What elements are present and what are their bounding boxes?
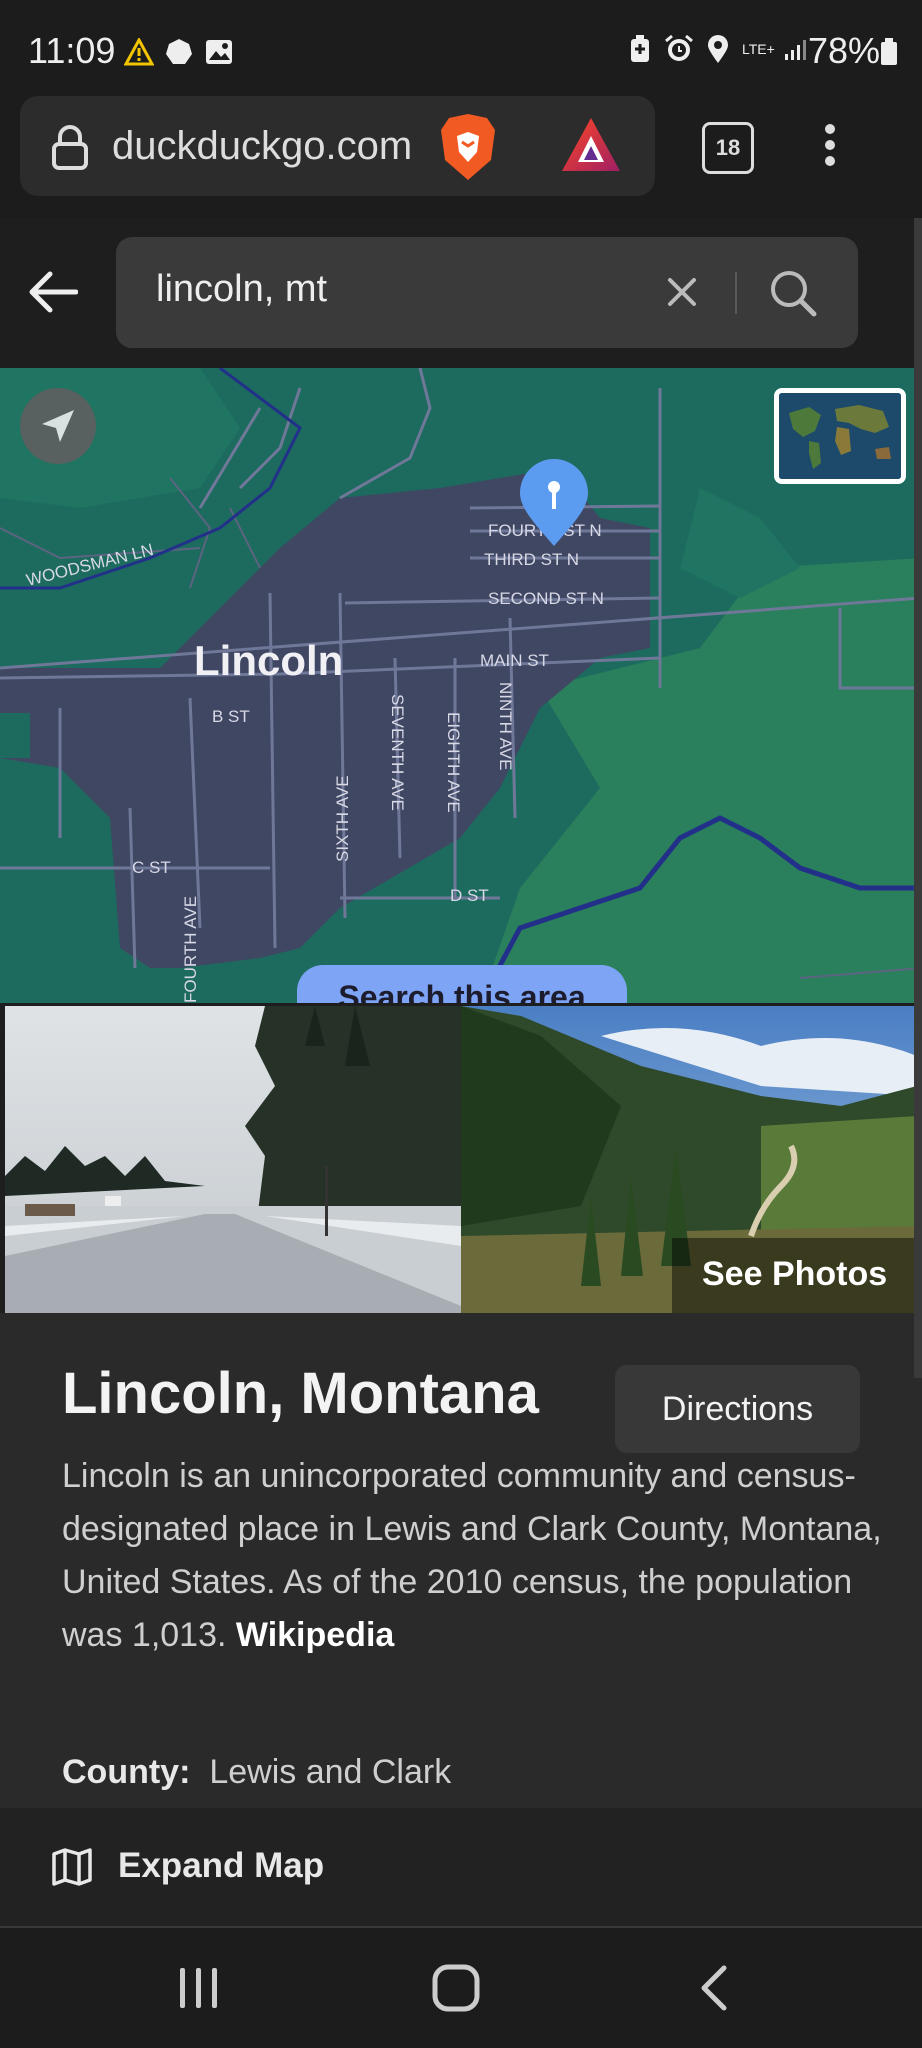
battery-icon [881,38,897,65]
wikipedia-link[interactable]: Wikipedia [236,1616,394,1654]
image-icon [206,40,232,64]
map-label-second-st-n: SECOND ST N [488,589,604,608]
warning-icon [124,38,154,66]
place-description: Lincoln is an unincorporated community a… [62,1450,882,1662]
back-arrow-icon[interactable] [28,270,78,314]
description-text: Lincoln is an unincorporated community a… [62,1457,882,1654]
svg-text:Search this area: Search this area [338,979,585,1003]
directions-button[interactable]: Directions [615,1365,860,1453]
map-label-d-st: D ST [450,886,489,905]
map-book-icon [52,1848,92,1886]
locate-me-button[interactable] [20,388,96,464]
status-notification-icons [124,34,234,70]
brave-rewards-icon[interactable] [560,116,622,174]
status-system-icons: LTE+ [628,34,812,64]
photo-snowy-road[interactable] [5,1006,461,1313]
tab-counter[interactable]: 18 [702,122,754,174]
map-label-fourth-ave: FOURTH AVE [181,896,200,1003]
battery-saver-icon [631,35,649,62]
map-label-third-st-n: THIRD ST N [484,550,579,569]
search-icon[interactable] [768,268,818,318]
search-query-text[interactable]: lincoln, mt [156,268,327,311]
place-title: Lincoln, Montana [62,1361,539,1426]
map-label-eighth-ave: EIGHTH AVE [444,712,463,813]
battery-level: 78% [808,30,881,71]
search-this-area-button[interactable]: Search this area [297,965,627,1003]
expand-map-label[interactable]: Expand Map [118,1846,324,1886]
url-text[interactable]: duckduckgo.com [112,124,412,169]
clear-icon[interactable] [666,276,698,308]
search-divider [735,272,737,314]
back-nav-icon[interactable] [698,1964,730,2012]
navigation-arrow-icon [42,410,74,442]
settings-badge-icon [166,39,192,64]
map-place-label: Lincoln [194,637,343,684]
home-icon[interactable] [432,1964,480,2012]
network-type: LTE+ [742,41,775,57]
status-bar: 11:09 LTE+ 78% [0,0,922,96]
map-style-toggle[interactable] [774,388,906,484]
map-label-c-st: C ST [132,858,171,877]
map-label-ninth-ave: NINTH AVE [496,682,515,770]
location-icon [708,35,728,63]
more-menu-icon[interactable] [818,122,842,168]
status-time: 11:09 [28,30,116,71]
see-photos-link[interactable]: See Photos [702,1255,887,1294]
map-label-sixth-ave: SIXTH AVE [333,775,352,862]
recent-apps-icon[interactable] [176,1966,222,2010]
world-map-icon [779,393,901,479]
brave-shields-icon[interactable] [437,112,499,182]
map-view[interactable]: WOODSMAN LN FOURTH ST N THIRD ST N SECON… [0,368,922,1003]
system-nav-bar [0,1928,922,2048]
map-label-seventh-ave-text: SEVENTH AVE [388,694,407,811]
county-row: County: Lewis and Clark [62,1753,451,1792]
alarm-icon [665,34,693,61]
county-label: County: [62,1753,191,1791]
map-label-main-st: MAIN ST [480,651,549,670]
county-value: Lewis and Clark [209,1753,452,1791]
page-scrollbar-thumb[interactable] [914,218,922,1378]
map-label-b-st: B ST [212,707,250,726]
lock-icon[interactable] [50,124,90,170]
photos-strip[interactable]: See Photos [0,1003,922,1313]
